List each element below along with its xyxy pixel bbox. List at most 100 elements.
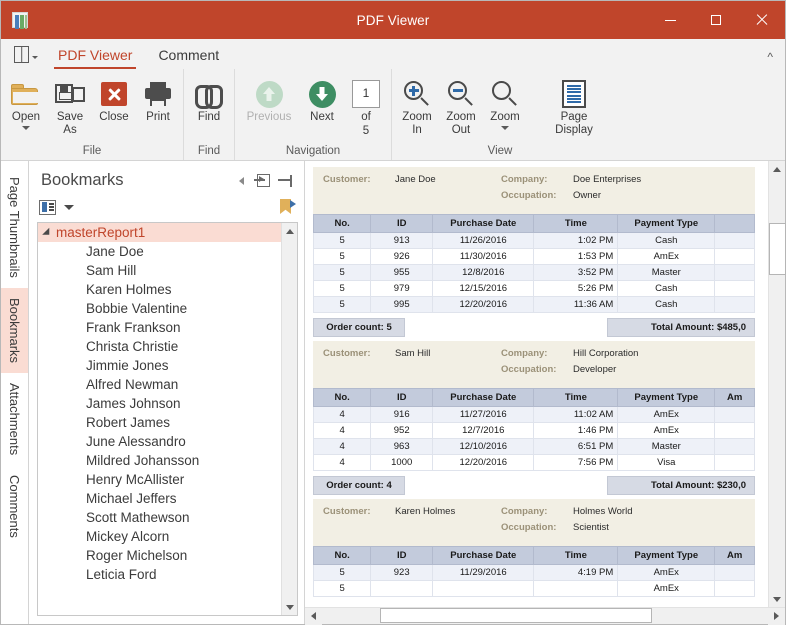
column-header-payment-type: Payment Type [617, 546, 716, 565]
list-item[interactable]: June Alessandro [38, 432, 281, 451]
tab-comment[interactable]: Comment [145, 43, 232, 69]
document-viewer: Customer: Jane Doe Company: Doe Enterpri… [305, 161, 786, 625]
cell-id: 913 [370, 232, 434, 249]
column-header-id: ID [370, 388, 434, 407]
chevron-down-icon[interactable] [64, 204, 74, 210]
zoom-out-button-label: Zoom Out [446, 111, 476, 137]
scroll-left-button[interactable] [305, 607, 322, 625]
scroll-down-button[interactable] [769, 591, 785, 607]
cell-date: 11/26/2016 [432, 232, 535, 249]
file-menu-button[interactable] [7, 40, 45, 68]
horizontal-scroll-track[interactable] [322, 607, 768, 625]
expand-collapse-icon[interactable] [38, 227, 56, 238]
bookmark-root-item[interactable]: masterReport1 [38, 223, 281, 242]
cell-no: 5 [312, 232, 372, 249]
list-item[interactable]: Roger Michelson [38, 546, 281, 565]
chevron-down-icon [501, 126, 509, 131]
bookmark-label: Karen Holmes [86, 282, 172, 297]
list-item[interactable]: Henry McAllister [38, 470, 281, 489]
dock-panel-button[interactable] [252, 172, 274, 190]
sidebar-item-attachments[interactable]: Attachments [1, 373, 28, 465]
zoom-out-icon [447, 77, 475, 111]
sidebar-item-bookmarks[interactable]: Bookmarks [1, 287, 28, 373]
scroll-right-button[interactable] [768, 607, 785, 625]
list-item[interactable]: Jane Doe [38, 242, 281, 261]
app-icon [12, 12, 28, 29]
document-canvas[interactable]: Customer: Jane Doe Company: Doe Enterpri… [305, 161, 768, 607]
close-button[interactable] [739, 1, 785, 39]
scroll-up-button[interactable] [282, 223, 297, 239]
bookmarks-scrollbar[interactable] [281, 223, 297, 615]
vertical-scroll-thumb[interactable] [769, 223, 786, 275]
bookmark-label: Scott Mathewson [86, 510, 190, 525]
cell-time: 4:19 PM [533, 564, 619, 581]
bookmark-label: Alfred Newman [86, 377, 179, 392]
column-header-amount [714, 214, 755, 233]
total-amount-prefix: Total Amount: [650, 322, 717, 333]
customer-value: Sam Hill [395, 348, 431, 359]
sidebar-item-comments[interactable]: Comments [1, 465, 28, 548]
list-item[interactable]: Mickey Alcorn [38, 527, 281, 546]
sidebar-item-comments-label: Comments [7, 475, 22, 539]
document-vertical-scrollbar[interactable] [768, 161, 786, 607]
cell-time: 11:36 AM [533, 296, 619, 313]
cell-date: 11/30/2016 [432, 248, 535, 265]
company-label: Company: [501, 506, 548, 517]
list-item[interactable]: Leticia Ford [38, 565, 281, 584]
list-item[interactable]: Robert James [38, 413, 281, 432]
list-item[interactable]: Christa Christie [38, 337, 281, 356]
zoom-button[interactable]: Zoom [483, 75, 527, 131]
print-button[interactable]: Print [136, 75, 180, 124]
pin-panel-button[interactable] [274, 172, 296, 190]
list-item[interactable]: Mildred Johansson [38, 451, 281, 470]
open-button[interactable]: Open [4, 75, 48, 131]
find-button[interactable]: Find [187, 75, 231, 124]
sidebar-item-bookmarks-label: Bookmarks [7, 297, 22, 363]
previous-page-button[interactable]: Previous [238, 75, 300, 124]
bookmark-options-icon[interactable] [39, 199, 56, 215]
occupation-value: Scientist [573, 522, 609, 533]
list-item[interactable]: James Johnson [38, 394, 281, 413]
list-item[interactable]: Michael Jeffers [38, 489, 281, 508]
sidebar-item-page-thumbnails[interactable]: Page Thumbnails [1, 167, 28, 288]
next-page-button[interactable]: Next [300, 75, 344, 124]
horizontal-scroll-thumb[interactable] [380, 607, 652, 623]
list-item[interactable]: Sam Hill [38, 261, 281, 280]
scroll-down-button[interactable] [282, 599, 297, 615]
cell-time: 11:02 AM [533, 406, 619, 423]
list-item[interactable]: Bobbie Valentine [38, 299, 281, 318]
maximize-button[interactable] [693, 1, 739, 39]
cell-payment: AmEx [617, 422, 716, 439]
report-block: Customer: Jane Doe Company: Doe Enterpri… [312, 167, 755, 337]
page-total-label: 5 [362, 124, 370, 137]
customer-value: Karen Holmes [395, 506, 456, 517]
zoom-in-button[interactable]: Zoom In [395, 75, 439, 137]
collapse-ribbon-button[interactable]: ^ [767, 51, 773, 63]
table-header-row: No. ID Purchase Date Time Payment Type A… [312, 388, 755, 407]
save-as-button[interactable]: Save As [48, 75, 92, 137]
scroll-up-button[interactable] [769, 161, 785, 177]
list-item[interactable]: Alfred Newman [38, 375, 281, 394]
list-item[interactable]: Jimmie Jones [38, 356, 281, 375]
page-number-control[interactable]: 1 of 5 [344, 75, 388, 139]
zoom-out-button[interactable]: Zoom Out [439, 75, 483, 137]
document-horizontal-scrollbar[interactable] [305, 607, 785, 625]
list-item[interactable]: Frank Frankson [38, 318, 281, 337]
page-display-button[interactable]: Page Display [543, 75, 605, 137]
cell-payment: Cash [617, 296, 716, 313]
ribbon-group-find: Find Find [183, 69, 234, 160]
occupation-label: Occupation: [501, 522, 557, 533]
list-item[interactable]: Karen Holmes [38, 280, 281, 299]
new-bookmark-icon[interactable] [280, 198, 296, 216]
minimize-button[interactable] [647, 1, 693, 39]
arrow-down-circle-icon [308, 77, 336, 111]
close-document-button[interactable]: Close [92, 75, 136, 124]
collapse-left-button[interactable] [230, 172, 252, 190]
ribbon-group-view-label: View [487, 145, 513, 157]
list-item[interactable]: Scott Mathewson [38, 508, 281, 527]
total-amount-badge: Total Amount: $230,0 [607, 476, 755, 495]
cell-no: 4 [312, 454, 372, 471]
page-number-input[interactable]: 1 [352, 80, 380, 108]
tab-pdf-viewer[interactable]: PDF Viewer [45, 43, 145, 69]
tab-comment-label: Comment [158, 47, 220, 63]
